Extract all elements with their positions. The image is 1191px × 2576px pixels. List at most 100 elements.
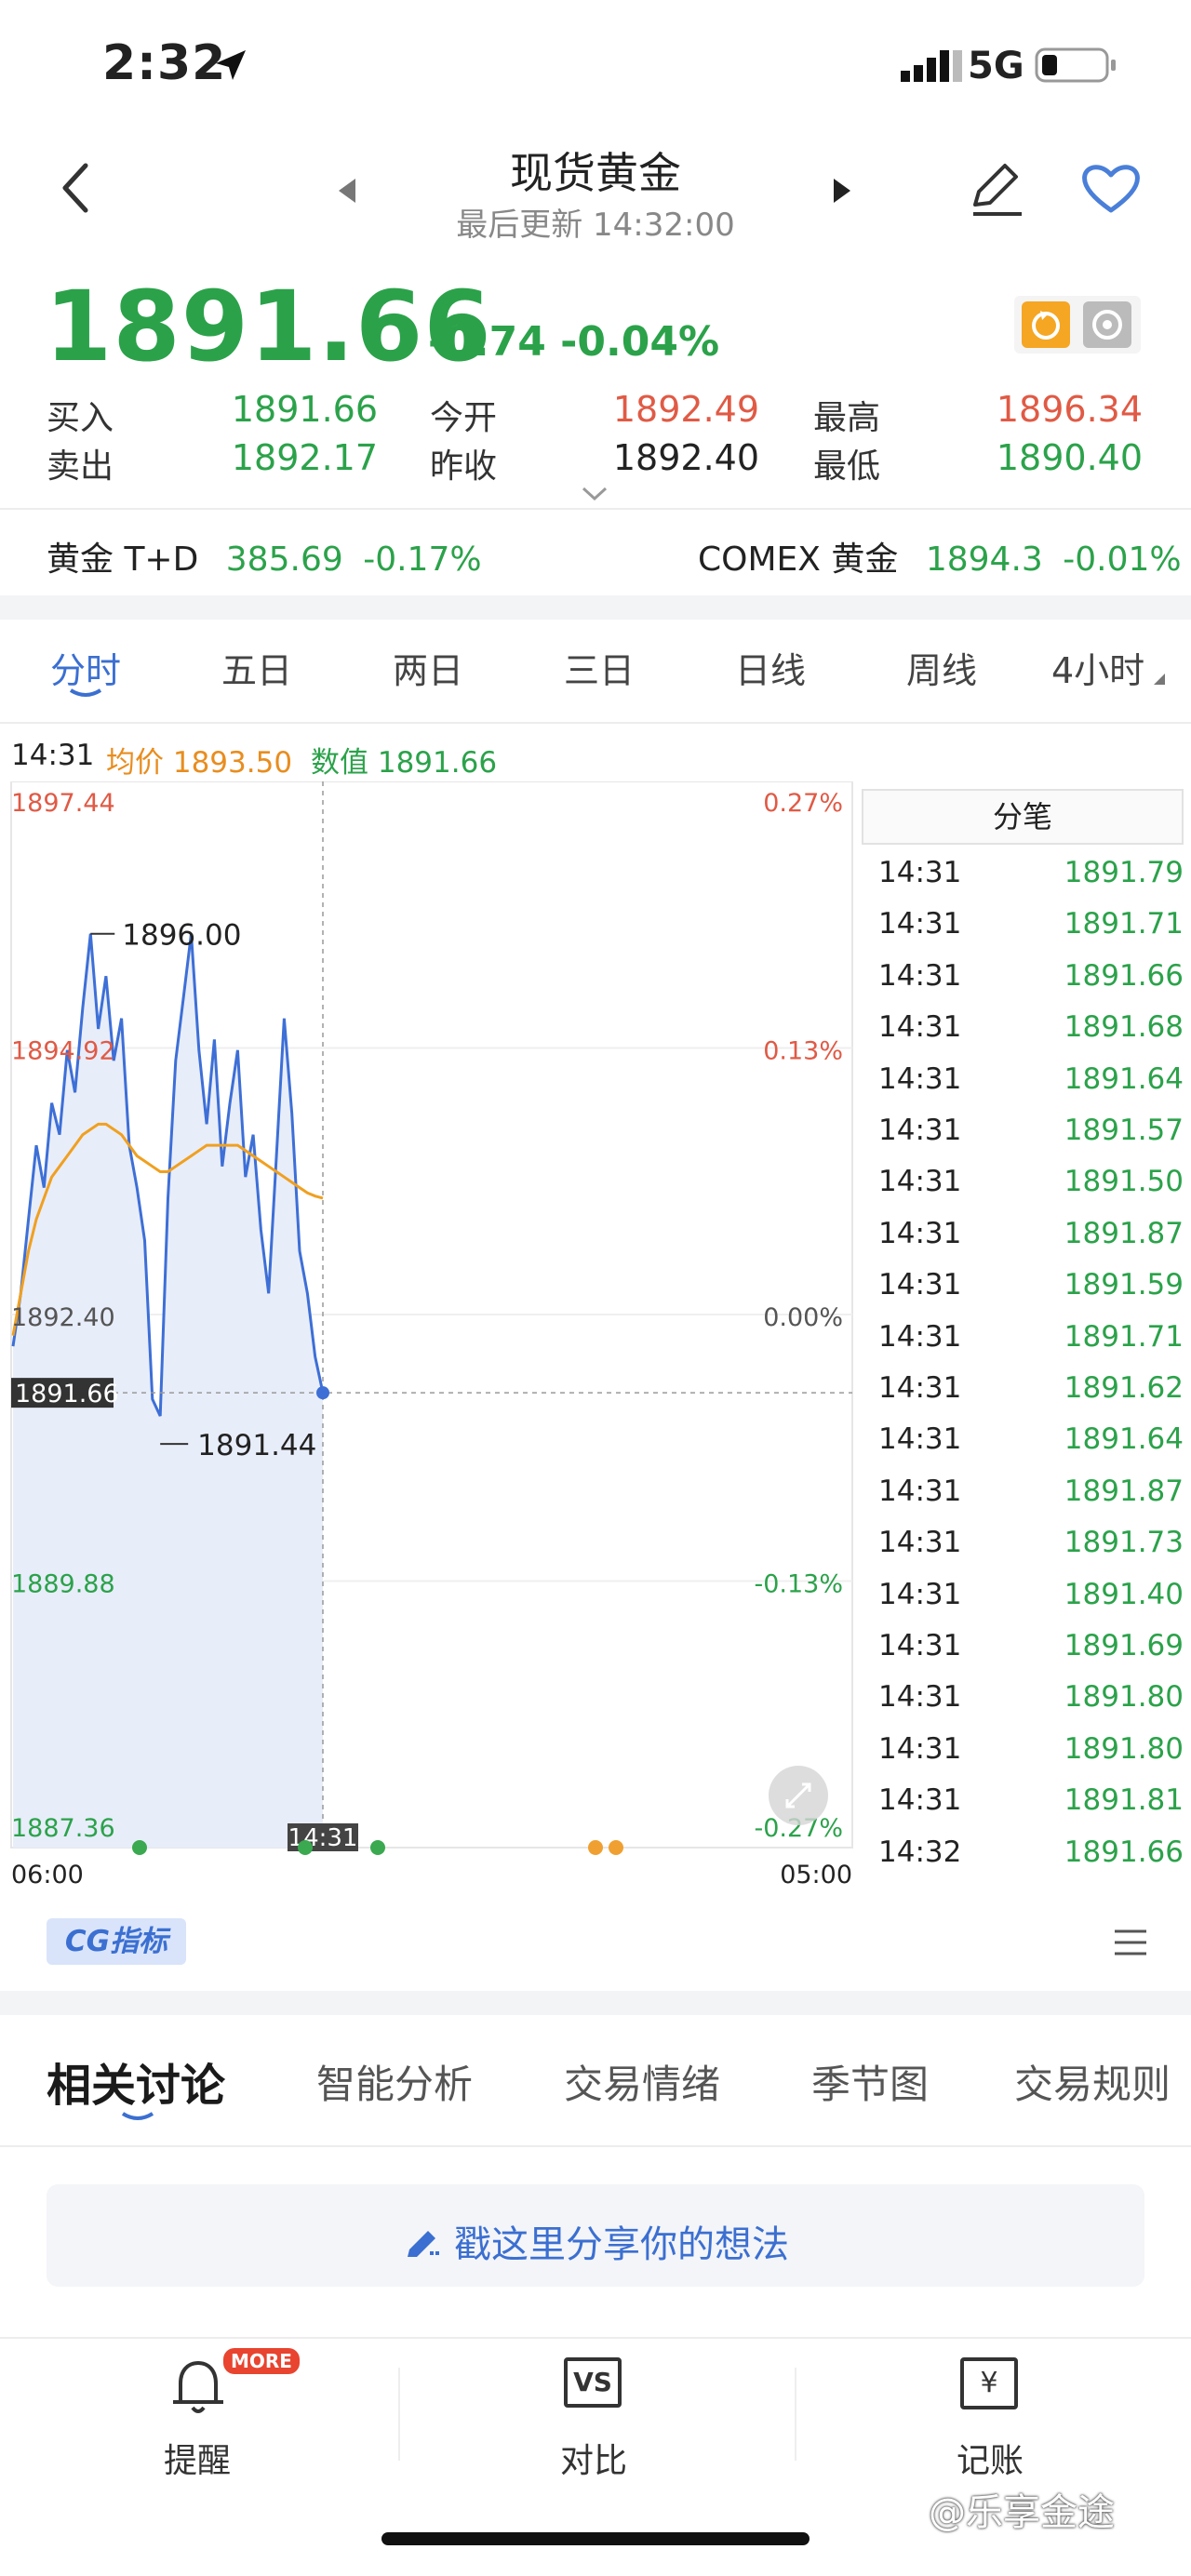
legend-avg-label: 均价 xyxy=(106,746,164,780)
tab-sentiment[interactable]: 交易情绪 xyxy=(564,2053,720,2110)
tick-value: 1891.71 xyxy=(1064,1319,1184,1354)
sell-label: 卖出 xyxy=(47,447,114,486)
tick-row: 14:31 1891.71 xyxy=(867,1320,1184,1371)
ledger-icon: ¥ xyxy=(960,2357,1018,2409)
more-badge: MORE xyxy=(223,2348,300,2374)
share-input[interactable]: 戳这里分享你的想法 xyxy=(47,2184,1144,2287)
tick-row: 14:31 1891.71 xyxy=(867,907,1184,958)
tick-time: 14:31 xyxy=(878,856,962,889)
tick-value: 1891.87 xyxy=(1064,1474,1184,1508)
tick-value: 1891.79 xyxy=(1064,856,1184,889)
tab-two-day[interactable]: 两日 xyxy=(393,642,463,693)
cg-indicator-button[interactable]: CG指标 xyxy=(47,1918,186,1965)
pencil-icon xyxy=(408,2231,439,2257)
tick-value: 1891.40 xyxy=(1064,1577,1184,1611)
current-price: 1891.66 xyxy=(45,270,492,383)
tick-row: 14:31 1891.87 xyxy=(867,1475,1184,1526)
low-label: 最低 xyxy=(813,447,881,486)
pct-tick-label: 0.13% xyxy=(763,1037,843,1066)
expand-chevron-icon[interactable] xyxy=(581,486,609,502)
tick-row: 14:31 1891.87 xyxy=(867,1217,1184,1268)
next-instrument-icon[interactable] xyxy=(832,177,854,205)
bell-icon xyxy=(173,2360,223,2413)
tick-value: 1891.64 xyxy=(1064,1422,1184,1457)
menu-icon[interactable] xyxy=(1113,1928,1148,1957)
tab-seasonal[interactable]: 季节图 xyxy=(811,2053,929,2110)
current-price-tag: 1891.66 xyxy=(15,1380,119,1408)
section-gap xyxy=(0,595,1191,620)
x-start-label: 06:00 xyxy=(11,1861,84,1889)
legend-time: 14:31 xyxy=(11,739,95,772)
tab-three-day[interactable]: 三日 xyxy=(564,642,635,693)
quick-actions xyxy=(1014,296,1141,354)
tick-value: 1891.64 xyxy=(1064,1061,1184,1096)
pct-tick-label: 0.00% xyxy=(763,1303,843,1332)
divider xyxy=(0,722,1191,724)
watermark: @乐享金途 xyxy=(929,2491,1115,2534)
tab-daily[interactable]: 日线 xyxy=(735,642,806,693)
location-arrow-icon xyxy=(216,50,246,80)
sell-value: 1892.17 xyxy=(231,437,378,478)
tab-five-day[interactable]: 五日 xyxy=(221,642,292,693)
tick-value: 1891.69 xyxy=(1064,1629,1184,1662)
tick-time: 14:31 xyxy=(878,958,962,993)
event-dot xyxy=(588,1840,603,1855)
tick-time: 14:31 xyxy=(878,1010,962,1045)
tab-weekly[interactable]: 周线 xyxy=(906,642,977,693)
related-item-td[interactable]: 黄金 T+D 385.69 -0.17% xyxy=(47,532,482,581)
ledger-label: 记账 xyxy=(956,2442,1024,2480)
divider xyxy=(0,508,1191,510)
edit-icon[interactable] xyxy=(968,156,1027,220)
tick-row: 14:31 1891.73 xyxy=(867,1526,1184,1577)
signal-icon xyxy=(901,50,962,86)
tab-smart-analysis[interactable]: 智能分析 xyxy=(316,2053,473,2110)
active-tab-indicator xyxy=(69,688,102,697)
active-tab-indicator xyxy=(121,2112,154,2120)
tick-time: 14:31 xyxy=(878,1114,962,1147)
vs-icon: VS xyxy=(564,2357,622,2408)
tick-row: 14:31 1891.64 xyxy=(867,1422,1184,1474)
tick-time: 14:31 xyxy=(878,1474,962,1508)
tick-list-header: 分笔 xyxy=(862,789,1184,845)
tick-time: 14:31 xyxy=(878,1422,962,1457)
tick-time: 14:31 xyxy=(878,1731,962,1766)
related-item-comex[interactable]: COMEX 黄金 1894.3 -0.01% xyxy=(698,532,1182,581)
tick-time: 14:31 xyxy=(878,1216,962,1250)
x-end-label: 05:00 xyxy=(780,1861,852,1889)
settings-icon[interactable] xyxy=(1083,301,1131,348)
min-value-label: 1891.44 xyxy=(197,1429,316,1462)
ledger-button[interactable]: ¥ 记账 xyxy=(897,2344,1083,2484)
tick-time: 14:31 xyxy=(878,1577,962,1611)
tick-row: 14:31 1891.66 xyxy=(867,959,1184,1010)
status-time: 2:32 xyxy=(102,35,227,91)
favorite-heart-icon[interactable] xyxy=(1079,160,1143,216)
tick-value: 1891.62 xyxy=(1064,1371,1184,1405)
toolbar-divider xyxy=(795,2368,796,2461)
compare-button[interactable]: VS 对比 xyxy=(501,2344,687,2484)
remind-label: 提醒 xyxy=(163,2442,231,2480)
battery-icon xyxy=(1035,47,1118,87)
tab-discussion[interactable]: 相关讨论 xyxy=(47,2049,225,2114)
related-value: 385.69 xyxy=(225,541,343,579)
legend-val-label: 数值 xyxy=(311,746,368,780)
home-indicator xyxy=(381,2532,810,2545)
tick-time: 14:31 xyxy=(878,1268,962,1302)
remind-button[interactable]: MORE 提醒 xyxy=(104,2344,300,2484)
tab-intraday[interactable]: 分时 xyxy=(50,642,121,693)
tick-value: 1891.57 xyxy=(1064,1114,1184,1147)
refresh-icon[interactable] xyxy=(1022,301,1070,348)
legend-val-value: 1891.66 xyxy=(377,746,498,780)
pct-tick-label: -0.13% xyxy=(754,1570,843,1599)
tick-value: 1891.71 xyxy=(1064,907,1184,941)
tick-time: 14:31 xyxy=(878,1319,962,1354)
tick-row: 14:31 1891.68 xyxy=(867,1010,1184,1061)
intraday-chart[interactable]: 1897.44 1894.92 1892.40 1889.88 1887.36 0.27%… xyxy=(0,781,856,1898)
tick-value: 1891.81 xyxy=(1064,1783,1184,1818)
tab-rules[interactable]: 交易规则 xyxy=(1014,2053,1171,2110)
tick-value: 1891.80 xyxy=(1064,1731,1184,1766)
tab-four-hour[interactable]: 4小时 xyxy=(1051,642,1144,693)
dropdown-corner-icon xyxy=(1154,674,1165,685)
related-value: 1894.3 xyxy=(925,541,1043,579)
related-name: 黄金 T+D xyxy=(47,541,199,579)
tick-time: 14:31 xyxy=(878,1526,962,1560)
